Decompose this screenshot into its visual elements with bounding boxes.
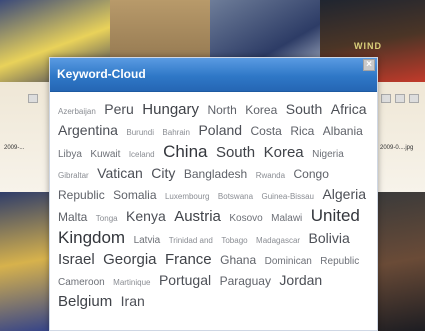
keyword-link[interactable]: Somalia <box>113 188 156 202</box>
keyword-link[interactable]: Libya <box>58 149 82 160</box>
keyword-link[interactable]: France <box>165 251 212 268</box>
keyword-link[interactable]: Iceland <box>129 150 155 159</box>
keyword-link[interactable]: Kuwait <box>90 149 120 160</box>
keyword-link[interactable]: Korea <box>264 144 304 161</box>
keyword-link[interactable]: Jordan <box>279 272 322 288</box>
keyword-link[interactable]: Rwanda <box>256 171 285 180</box>
close-icon: × <box>366 59 372 70</box>
close-button[interactable]: × <box>363 59 375 71</box>
keyword-link[interactable]: Austria <box>174 208 221 225</box>
keyword-link[interactable]: Gibraltar <box>58 171 89 180</box>
keyword-link[interactable]: Tobago <box>221 236 247 245</box>
keyword-link[interactable]: Malta <box>58 210 87 224</box>
keyword-link[interactable]: Kosovo <box>229 213 262 224</box>
keyword-link[interactable]: Vatican <box>97 165 143 181</box>
keyword-link[interactable]: City <box>151 165 175 181</box>
keyword-link[interactable]: Trinidad and <box>169 236 213 245</box>
keyword-link[interactable]: Peru <box>104 101 134 117</box>
toolbar-icon[interactable] <box>28 94 38 103</box>
keyword-link[interactable]: Rica <box>290 124 314 138</box>
keyword-link[interactable]: Georgia <box>103 251 156 268</box>
keyword-link[interactable]: Malawi <box>271 213 302 224</box>
thumbnail-image[interactable] <box>375 192 425 331</box>
keyword-link[interactable]: Nigeria <box>312 149 344 160</box>
keyword-link[interactable]: Argentina <box>58 122 118 138</box>
keyword-link[interactable]: Iran <box>121 293 145 309</box>
keyword-link[interactable]: Republic <box>58 188 105 202</box>
banner-text: WIND <box>354 41 382 51</box>
keyword-link[interactable]: Botswana <box>218 192 253 201</box>
dialog-header[interactable]: Keyword-Cloud × <box>50 58 377 92</box>
keyword-link[interactable]: Paraguay <box>220 274 271 288</box>
keyword-link[interactable]: South <box>216 144 255 161</box>
keyword-link[interactable]: Belgium <box>58 293 112 310</box>
keyword-link[interactable]: Korea <box>245 103 277 117</box>
keyword-link[interactable]: Martinique <box>113 278 150 287</box>
keyword-link[interactable]: China <box>163 142 207 161</box>
keyword-link[interactable]: Burundi <box>126 128 154 137</box>
keyword-link[interactable]: Bahrain <box>162 128 190 137</box>
keyword-link[interactable]: Luxembourg <box>165 192 209 201</box>
keyword-link[interactable]: Costa <box>251 124 282 138</box>
save-icon[interactable] <box>395 94 405 103</box>
keyword-link[interactable]: Algeria <box>322 186 366 202</box>
keyword-link[interactable]: Tonga <box>96 214 118 223</box>
keyword-link[interactable]: Latvia <box>134 235 161 246</box>
keyword-link[interactable]: Republic <box>320 256 359 267</box>
toolbar-icon[interactable] <box>409 94 419 103</box>
keyword-link[interactable]: Portugal <box>159 272 211 288</box>
keyword-link[interactable]: Poland <box>198 122 242 138</box>
toolbar-icon[interactable] <box>381 94 391 103</box>
keyword-link[interactable]: Bolivia <box>309 230 350 246</box>
filename-label: 2009-... <box>4 145 25 151</box>
keyword-link[interactable]: Bangladesh <box>184 167 247 181</box>
dialog-title: Keyword-Cloud <box>57 67 146 81</box>
keyword-link[interactable]: Hungary <box>142 101 199 118</box>
keyword-link[interactable]: United <box>311 206 360 225</box>
keyword-link[interactable]: Kingdom <box>58 228 125 247</box>
keyword-link[interactable]: Israel <box>58 251 95 268</box>
keyword-link[interactable]: Cameroon <box>58 277 105 288</box>
keyword-link[interactable]: Madagascar <box>256 236 300 245</box>
keyword-link[interactable]: Albania <box>323 124 363 138</box>
keyword-link[interactable]: Dominican <box>265 256 312 267</box>
keyword-link[interactable]: Kenya <box>126 208 166 224</box>
keyword-link[interactable]: Ghana <box>220 253 256 267</box>
keyword-link[interactable]: North <box>207 103 236 117</box>
keyword-link[interactable]: South <box>286 101 323 117</box>
keyword-cloud-dialog: Keyword-Cloud × Azerbaijan Peru Hungary … <box>49 57 378 331</box>
keyword-link[interactable]: Congo <box>294 167 329 181</box>
keyword-link[interactable]: Africa <box>331 101 367 117</box>
keyword-link[interactable]: Guinea-Bissau <box>262 192 314 201</box>
keyword-link[interactable]: Azerbaijan <box>58 107 96 116</box>
filename-label: 2009-0....jpg <box>380 145 414 151</box>
keyword-cloud: Azerbaijan Peru Hungary North Korea Sout… <box>58 100 373 311</box>
